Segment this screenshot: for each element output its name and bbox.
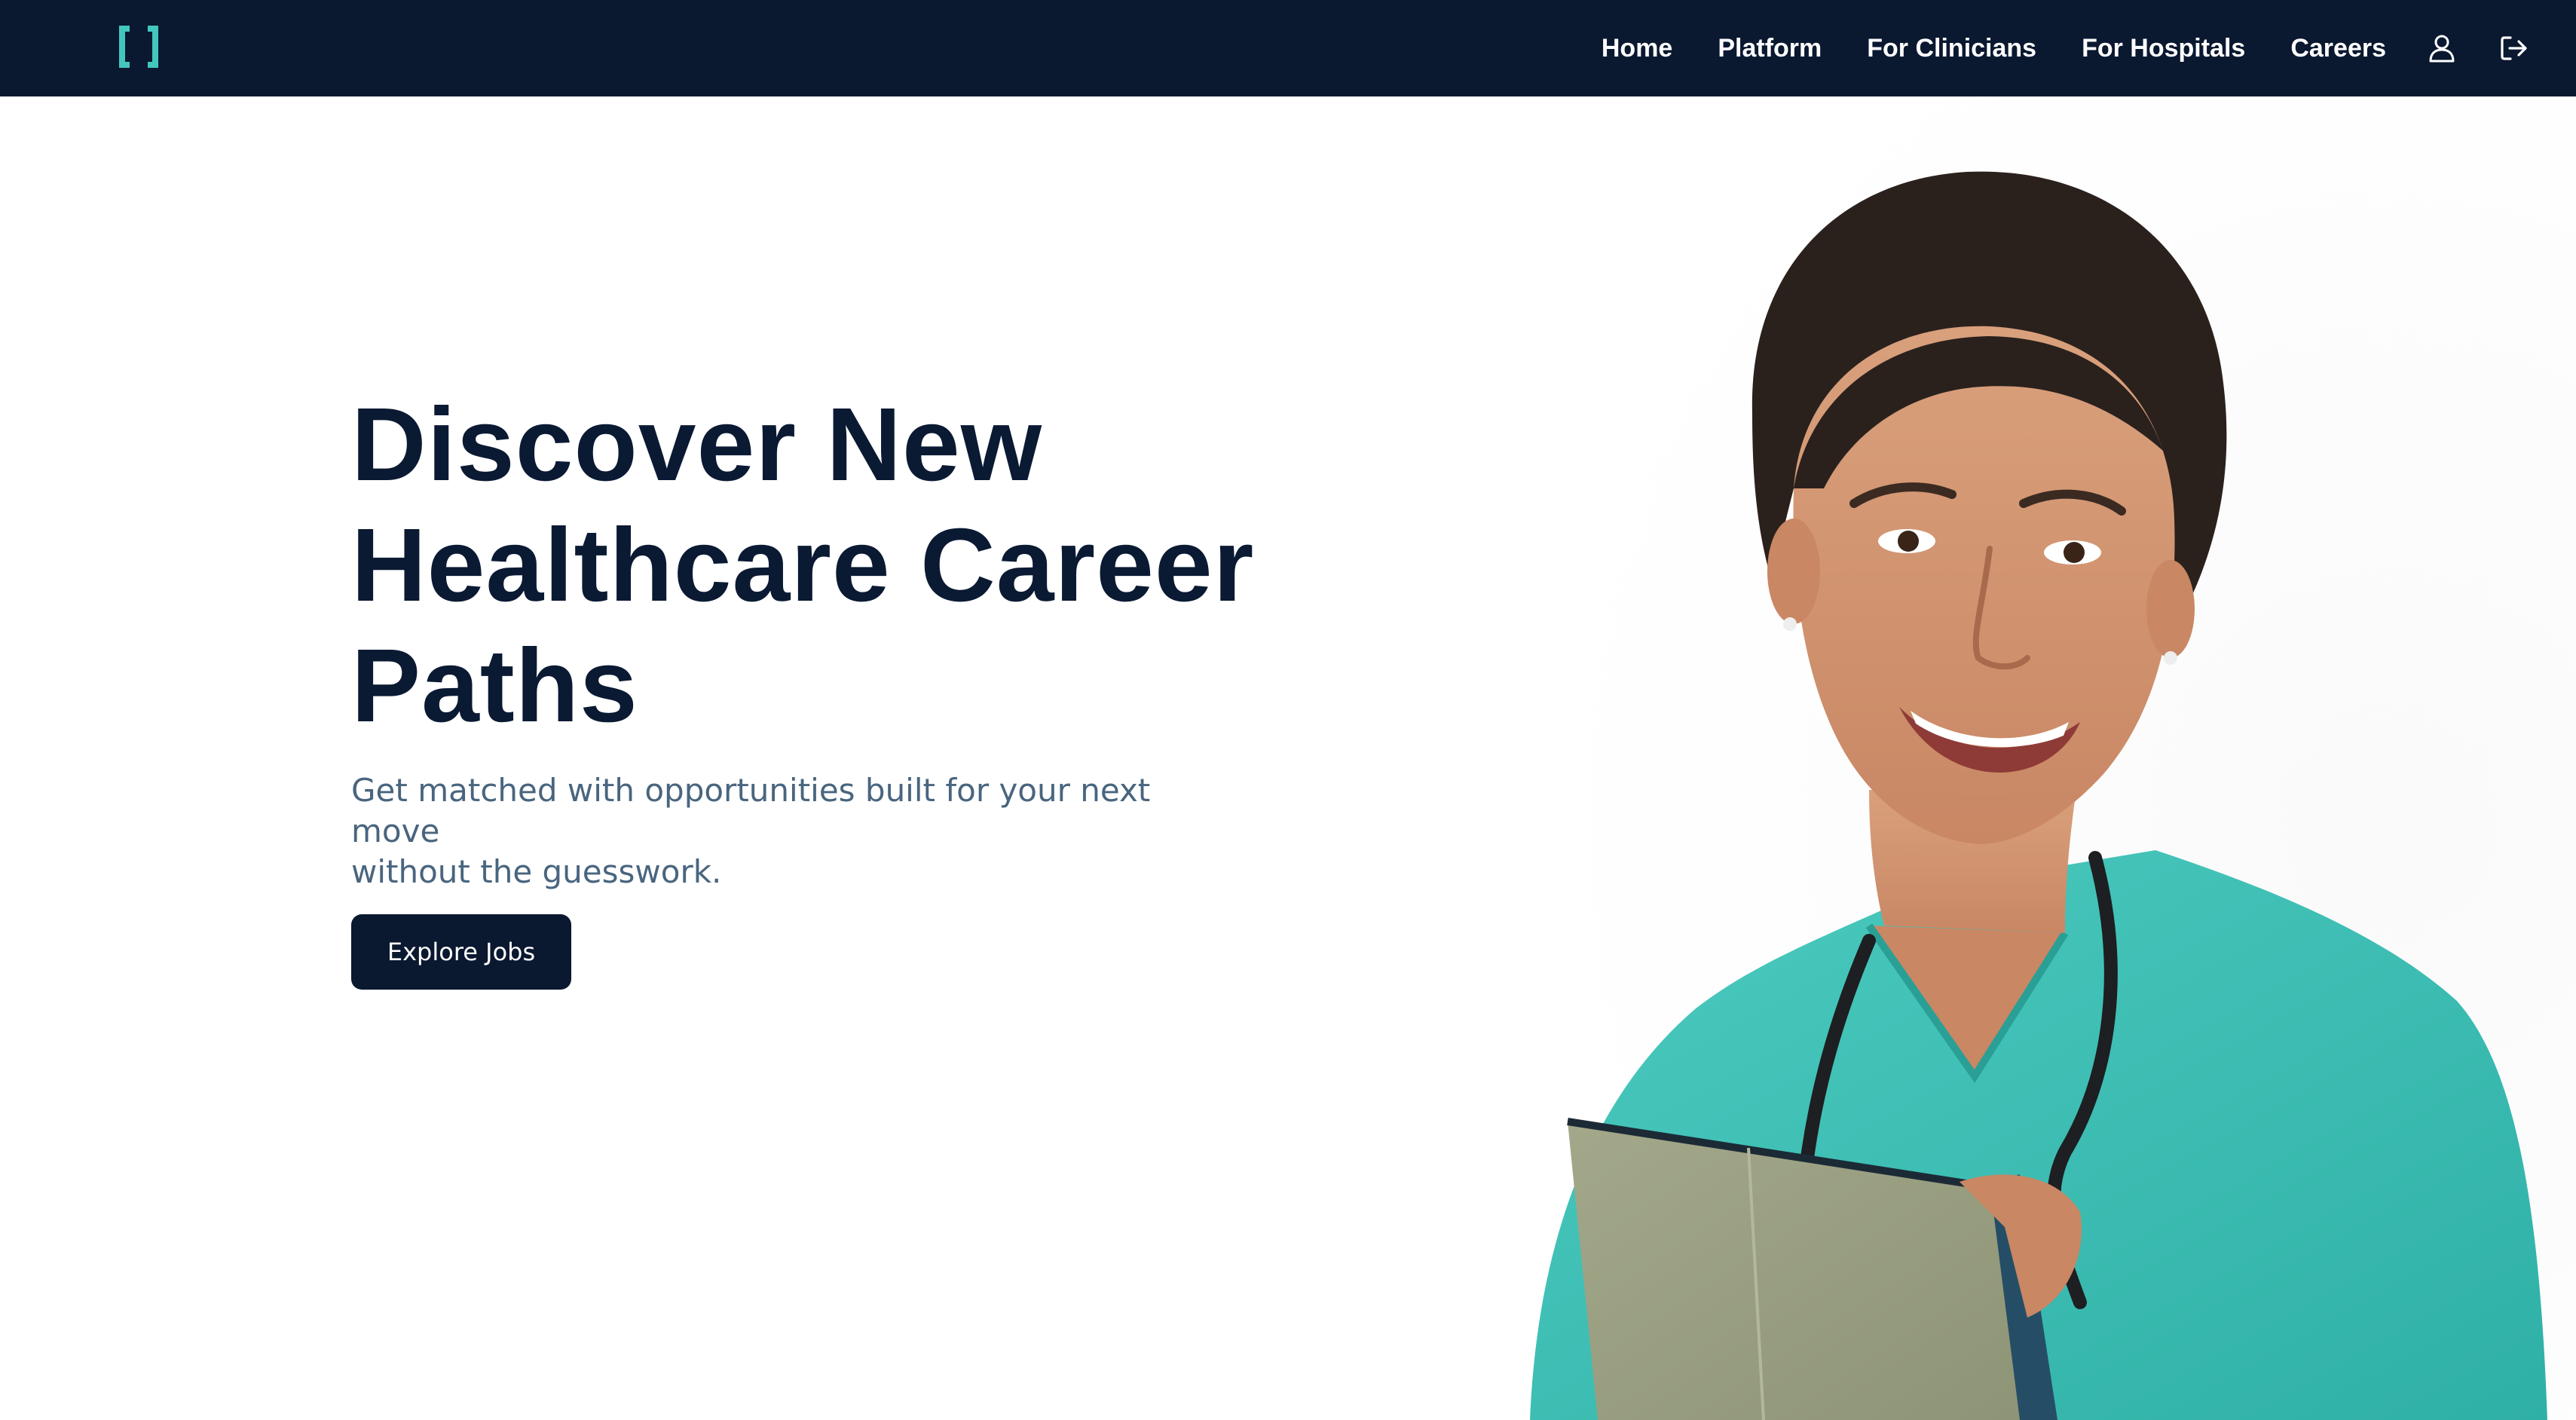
hero-subtitle-line-2: without the guesswork. [351, 853, 722, 890]
explore-jobs-button[interactable]: Explore Jobs [351, 914, 571, 990]
sign-out-icon[interactable] [2498, 32, 2531, 65]
hero-subtitle: Get matched with opportunities built for… [351, 770, 1225, 892]
nav-platform[interactable]: Platform [1718, 34, 1822, 63]
main-nav: Home Platform For Clinicians For Hospita… [1602, 0, 2531, 96]
hero-photo-healthcare-worker [1342, 96, 2576, 1420]
top-navbar: Home Platform For Clinicians For Hospita… [0, 0, 2576, 96]
bracket-logo-icon[interactable] [115, 23, 163, 71]
hero-title-line-2: Healthcare Career [351, 507, 1255, 623]
nav-careers[interactable]: Careers [2290, 34, 2386, 63]
hero-title-line-1: Discover New [351, 387, 1043, 503]
hero-subtitle-line-1: Get matched with opportunities built for… [351, 772, 1151, 849]
nav-for-clinicians[interactable]: For Clinicians [1867, 34, 2036, 63]
hero-title-line-3: Paths [351, 628, 638, 744]
nav-home[interactable]: Home [1602, 34, 1672, 63]
nav-for-hospitals[interactable]: For Hospitals [2082, 34, 2245, 63]
user-icon[interactable] [2425, 32, 2458, 65]
hero-title: Discover New Healthcare Career Paths [351, 384, 1406, 746]
